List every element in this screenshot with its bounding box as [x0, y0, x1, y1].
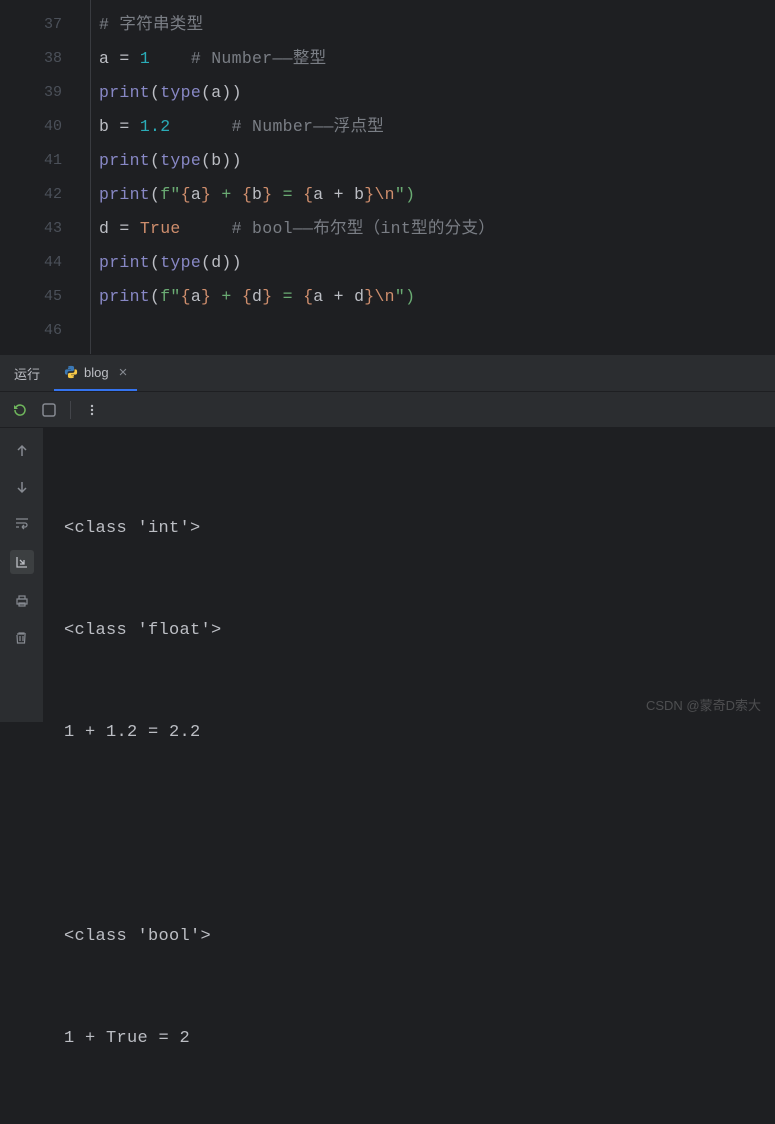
output-line: <class 'float'>: [64, 614, 755, 648]
stop-icon[interactable]: [42, 403, 56, 417]
trash-icon[interactable]: [13, 628, 31, 646]
tab-blog[interactable]: blog ×: [54, 355, 137, 391]
more-icon[interactable]: [85, 403, 99, 417]
code-line: print(type(a)): [99, 76, 775, 110]
line-number: 40: [0, 110, 62, 144]
python-icon: [64, 365, 78, 379]
line-number: 38: [0, 42, 62, 76]
line-number: 45: [0, 280, 62, 314]
line-number: 37: [0, 8, 62, 42]
code-line: print(type(d)): [99, 246, 775, 280]
editor-area: 37 38 39 40 41 42 43 44 45 46 # 字符串类型 a …: [0, 0, 775, 354]
console-output[interactable]: <class 'int'> <class 'float'> 1 + 1.2 = …: [44, 428, 775, 722]
divider: [70, 401, 71, 419]
run-toolbar: [0, 392, 775, 428]
watermark: CSDN @蒙奇D索大: [646, 695, 761, 714]
line-number: 43: [0, 212, 62, 246]
print-icon[interactable]: [13, 592, 31, 610]
console-area: <class 'int'> <class 'float'> 1 + 1.2 = …: [0, 428, 775, 722]
line-number: 42: [0, 178, 62, 212]
run-panel-label[interactable]: 运行: [0, 355, 54, 391]
code-line: d = True # bool——布尔型（int型的分支）: [99, 212, 775, 246]
soft-wrap-icon[interactable]: [13, 514, 31, 532]
code-line: [99, 314, 775, 348]
tab-blog-label: blog: [84, 365, 109, 380]
code-line: a = 1 # Number——整型: [99, 42, 775, 76]
code-line: # 字符串类型: [99, 8, 775, 42]
line-number: 46: [0, 314, 62, 348]
code-editor[interactable]: # 字符串类型 a = 1 # Number——整型 print(type(a)…: [90, 0, 775, 354]
output-line: 1 + 1.2 = 2.2: [64, 716, 755, 750]
scroll-to-end-icon[interactable]: [10, 550, 34, 574]
line-gutter: 37 38 39 40 41 42 43 44 45 46: [0, 0, 90, 354]
line-number: 41: [0, 144, 62, 178]
code-line: print(f"{a} + {d} = {a + d}\n"): [99, 280, 775, 314]
close-icon[interactable]: ×: [119, 364, 128, 381]
arrow-down-icon[interactable]: [13, 478, 31, 496]
output-line: <class 'bool'>: [64, 920, 755, 954]
output-line: 1 + True = 2: [64, 1022, 755, 1056]
run-tabs-bar: 运行 blog ×: [0, 354, 775, 392]
rerun-icon[interactable]: [12, 402, 28, 418]
output-line: <class 'int'>: [64, 512, 755, 546]
code-line: print(f"{a} + {b} = {a + b}\n"): [99, 178, 775, 212]
console-gutter: [0, 428, 44, 722]
output-line: [64, 818, 755, 852]
code-line: print(type(b)): [99, 144, 775, 178]
line-number: 44: [0, 246, 62, 280]
code-line: b = 1.2 # Number——浮点型: [99, 110, 775, 144]
arrow-up-icon[interactable]: [13, 442, 31, 460]
line-number: 39: [0, 76, 62, 110]
